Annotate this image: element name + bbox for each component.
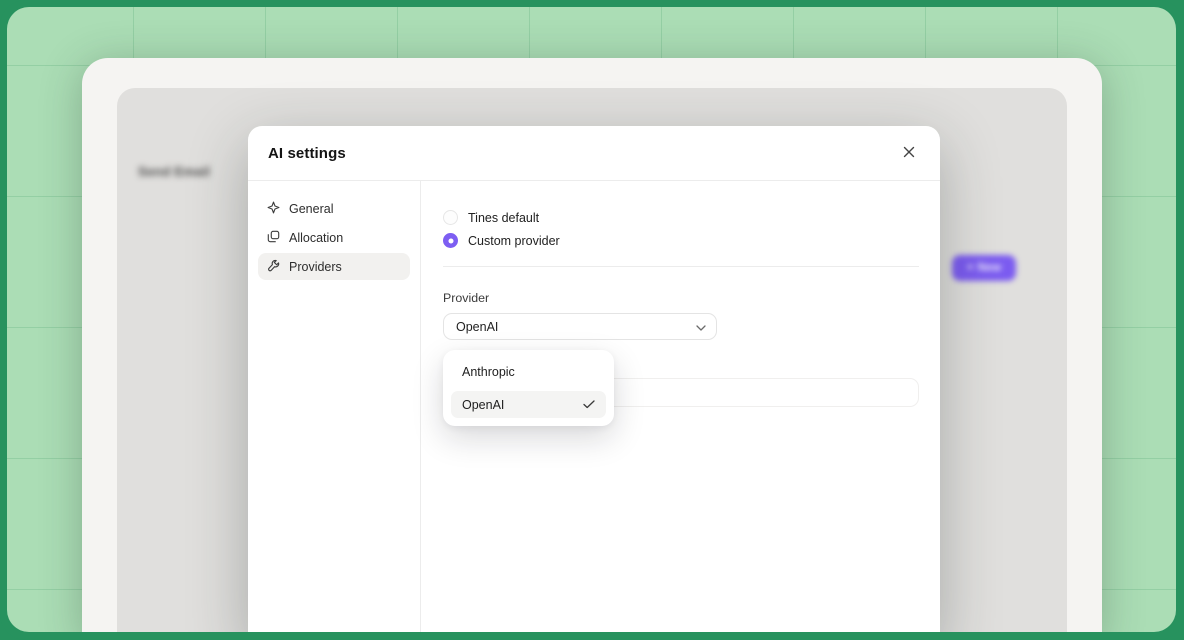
- sidebar-item-providers[interactable]: Providers: [258, 253, 410, 280]
- radio-circle[interactable]: [443, 233, 458, 248]
- provider-field-label: Provider: [443, 291, 919, 305]
- wrench-icon: [267, 259, 280, 275]
- dropdown-option-anthropic[interactable]: Anthropic: [451, 358, 606, 385]
- dropdown-option-openai[interactable]: OpenAI: [451, 391, 606, 418]
- canvas-action-button-label: New: [978, 262, 1002, 274]
- radio-label: Custom provider: [468, 234, 560, 248]
- radio-circle[interactable]: [443, 210, 458, 225]
- plus-icon: +: [967, 262, 974, 274]
- allocation-icon: [267, 230, 280, 246]
- provider-select[interactable]: OpenAI: [443, 313, 717, 340]
- divider: [443, 266, 919, 267]
- dropdown-option-label: Anthropic: [462, 365, 515, 379]
- radio-tines-default[interactable]: Tines default: [443, 208, 919, 227]
- check-icon: [583, 398, 595, 412]
- canvas-node-label: Send Email: [138, 164, 210, 179]
- sidebar-item-label: General: [289, 202, 333, 216]
- radio-custom-provider[interactable]: Custom provider: [443, 231, 919, 250]
- close-button[interactable]: [896, 140, 922, 166]
- radio-label: Tines default: [468, 211, 539, 225]
- provider-dropdown-menu: Anthropic OpenAI: [443, 350, 614, 426]
- sidebar-item-label: Allocation: [289, 231, 343, 245]
- close-icon: [903, 146, 915, 161]
- modal-header: AI settings: [248, 126, 940, 181]
- canvas-action-button[interactable]: + New: [952, 255, 1016, 281]
- sparkle-icon: [267, 201, 280, 217]
- sidebar-item-allocation[interactable]: Allocation: [258, 224, 410, 251]
- modal-title: AI settings: [268, 145, 896, 162]
- sidebar-item-general[interactable]: General: [258, 195, 410, 222]
- sidebar-item-label: Providers: [289, 260, 342, 274]
- dropdown-option-label: OpenAI: [462, 398, 504, 412]
- settings-sidebar: General Allocation Providers: [248, 181, 421, 640]
- provider-select-value: OpenAI: [456, 320, 498, 334]
- chevron-down-icon: [696, 320, 706, 334]
- ai-settings-modal: AI settings General: [248, 126, 940, 640]
